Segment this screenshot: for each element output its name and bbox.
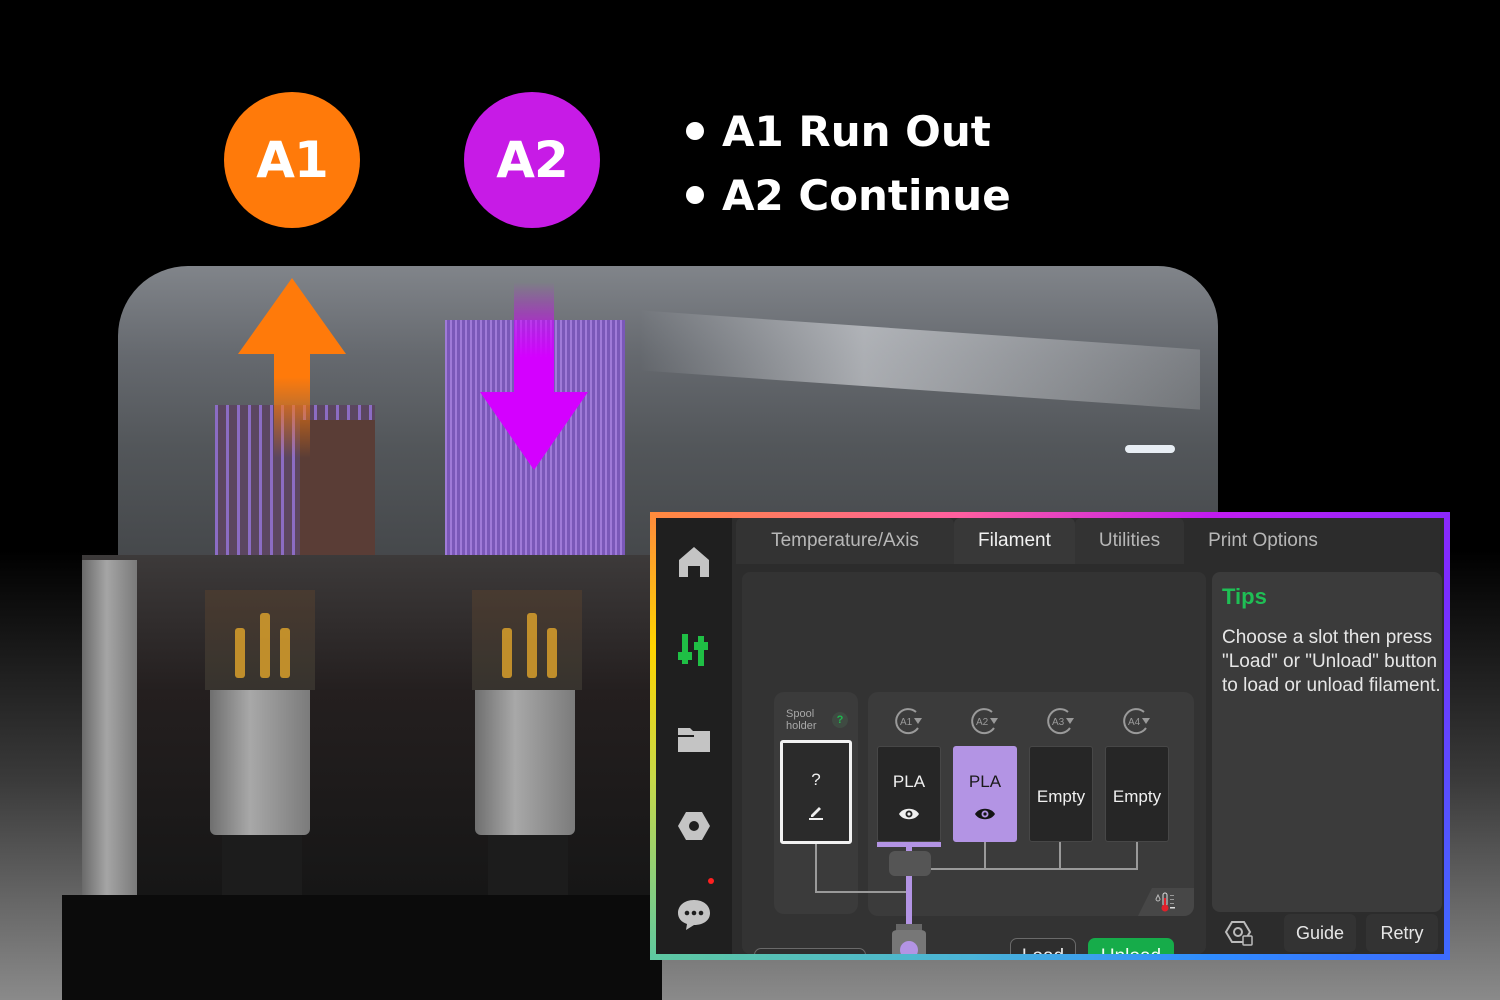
slot-material: PLA bbox=[892, 772, 926, 791]
tips-panel: Tips Choose a slot then press "Load" or … bbox=[1212, 572, 1442, 912]
ams-settings-icon bbox=[1224, 921, 1253, 946]
thermometer-icon bbox=[1155, 892, 1175, 912]
spool-holder-slot[interactable]: ? bbox=[780, 740, 852, 844]
ams-slot-a1[interactable]: PLA bbox=[877, 746, 941, 842]
hex-nut-icon bbox=[678, 812, 710, 840]
load-button[interactable]: Load bbox=[1010, 938, 1076, 954]
bullet-a2-continue: A2 Continue bbox=[682, 164, 1011, 228]
help-icon[interactable]: ? bbox=[832, 712, 848, 728]
status-bullet-list: A1 Run Out A2 Continue bbox=[682, 100, 1011, 228]
ams-slot-a4[interactable]: Empty bbox=[1105, 746, 1169, 842]
feeder-a2 bbox=[472, 590, 582, 690]
spool-holder-label: Spool holder bbox=[786, 708, 817, 732]
printer-screen: Temperature/Axis Filament Utilities Prin… bbox=[656, 518, 1444, 954]
ams-section: A1 A2 A3 A4 PLA PLA Empty Empty bbox=[868, 692, 1194, 916]
ams-pillar bbox=[82, 560, 137, 895]
auto-refill-button[interactable]: Auto Refill bbox=[754, 948, 866, 954]
lid-glint bbox=[1125, 445, 1175, 453]
edit-pencil-icon bbox=[809, 807, 823, 820]
humidity-temperature-indicator[interactable] bbox=[1138, 888, 1194, 916]
slot-material: PLA bbox=[968, 772, 1002, 791]
bullet-a1-run-out: A1 Run Out bbox=[682, 100, 1011, 164]
eye-icon bbox=[975, 808, 995, 820]
slot-material: Empty bbox=[1112, 787, 1162, 806]
sidebar-item-settings[interactable] bbox=[674, 806, 714, 846]
feeder-a1 bbox=[205, 590, 315, 690]
sliders-icon bbox=[678, 634, 708, 666]
tab-utilities[interactable]: Utilities bbox=[1074, 518, 1185, 564]
slot-a1-refill-icon: A1 bbox=[895, 708, 922, 735]
slot-material: Empty bbox=[1036, 787, 1086, 806]
sidebar-item-controls[interactable] bbox=[674, 630, 714, 670]
ams-settings-button[interactable] bbox=[1218, 914, 1260, 952]
spool-holder-section: Spool holder ? ? bbox=[774, 692, 858, 914]
home-icon bbox=[679, 547, 709, 577]
feeder-cylinder-a2 bbox=[475, 690, 575, 835]
folder-icon bbox=[678, 728, 710, 752]
slot-a4-refill-icon: A4 bbox=[1123, 708, 1150, 735]
sidebar-item-messages[interactable] bbox=[674, 878, 714, 934]
eye-icon bbox=[899, 808, 919, 820]
guide-button[interactable]: Guide bbox=[1284, 914, 1356, 952]
svg-text:A3: A3 bbox=[1052, 717, 1065, 728]
sidebar-item-files[interactable] bbox=[674, 718, 714, 758]
tab-print-options[interactable]: Print Options bbox=[1184, 518, 1342, 564]
slot-a2-refill-icon: A2 bbox=[971, 708, 998, 735]
tab-filament[interactable]: Filament bbox=[954, 518, 1075, 564]
tips-title: Tips bbox=[1222, 584, 1267, 609]
tab-temperature-axis[interactable]: Temperature/Axis bbox=[736, 518, 954, 564]
ams-slot-a2[interactable]: PLA bbox=[953, 746, 1017, 842]
svg-text:A2: A2 bbox=[976, 717, 989, 728]
spool-holder-value: ? bbox=[811, 770, 821, 789]
tips-body: Choose a slot then press "Load" or "Unlo… bbox=[1222, 627, 1441, 696]
arrow-down-icon bbox=[480, 282, 588, 470]
cylinder-foot-a1 bbox=[222, 835, 302, 895]
extruder-icon bbox=[892, 924, 926, 954]
screen-sidebar bbox=[656, 518, 732, 954]
tab-bar: Temperature/Axis Filament Utilities Prin… bbox=[732, 518, 1444, 564]
ams-slot-a3[interactable]: Empty bbox=[1029, 746, 1093, 842]
printer-screen-frame: Temperature/Axis Filament Utilities Prin… bbox=[650, 512, 1450, 960]
svg-text:A4: A4 bbox=[1128, 717, 1141, 728]
notification-dot bbox=[708, 878, 714, 884]
sidebar-item-home[interactable] bbox=[674, 542, 714, 582]
screen-content: Temperature/Axis Filament Utilities Prin… bbox=[732, 518, 1444, 954]
arrow-up-icon bbox=[238, 278, 346, 458]
slot-a2-badge: A2 bbox=[464, 92, 600, 228]
retry-button[interactable]: Retry bbox=[1366, 914, 1438, 952]
chat-icon bbox=[678, 900, 710, 930]
slot-a1-badge: A1 bbox=[224, 92, 360, 228]
slot-a1-loaded-bar bbox=[877, 842, 941, 847]
filament-panel: Spool holder ? ? A1 A2 A3 A4 PLA PLA Emp… bbox=[742, 572, 1206, 954]
svg-text:A1: A1 bbox=[900, 717, 913, 728]
printer-lower-body bbox=[62, 895, 662, 1000]
slot-a3-refill-icon: A3 bbox=[1047, 708, 1074, 735]
cylinder-foot-a2 bbox=[488, 835, 568, 895]
unload-button[interactable]: Unload bbox=[1088, 938, 1174, 954]
feeder-cylinder-a1 bbox=[210, 690, 310, 835]
